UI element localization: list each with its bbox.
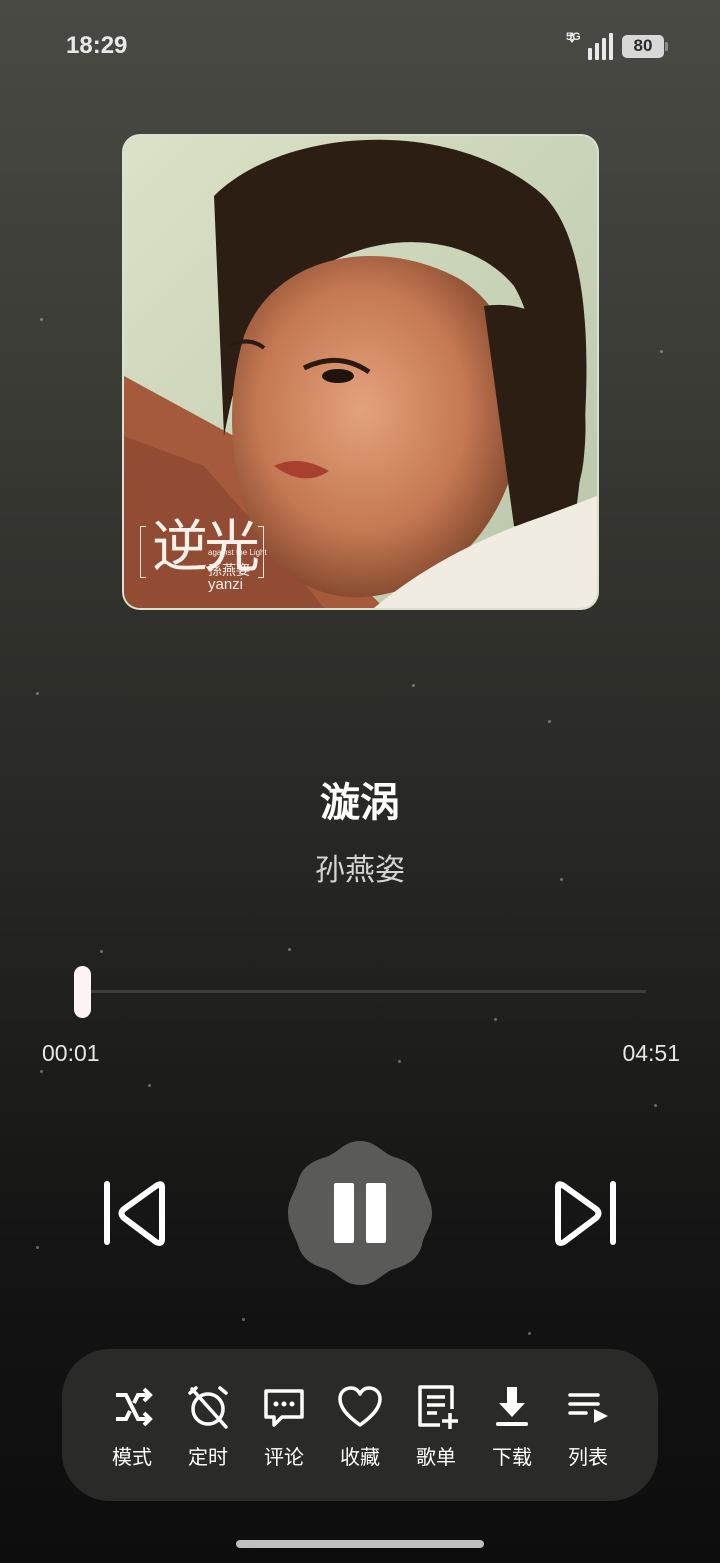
current-time: 00:01 [42,1040,100,1066]
progress-slider[interactable] [72,966,646,1018]
pause-icon [288,1141,432,1285]
album-cover-text: 逆光 against the Light 孫燕姿 yanzi [136,496,276,596]
queue-icon [568,1393,608,1423]
previous-button[interactable] [98,1178,174,1250]
status-bar: 18:29 5G 80 [0,30,720,64]
album-artist-en: yanzi [208,576,244,593]
queue-label: 列表 [568,1445,608,1469]
shuffle-icon [116,1387,153,1427]
download-icon [496,1387,528,1426]
skip-next-icon [555,1181,616,1246]
pause-button[interactable] [284,1137,436,1289]
song-artist[interactable]: 孙燕姿 [0,845,720,889]
playlist-label: 歌单 [416,1445,456,1469]
timer-button[interactable]: 定时 [178,1383,238,1473]
favorite-button[interactable]: 收藏 [330,1383,390,1473]
battery-indicator: 80 [622,35,668,58]
skip-previous-icon [104,1181,165,1246]
next-button[interactable] [546,1178,622,1250]
heart-icon [338,1386,382,1427]
playlist-button[interactable]: 歌单 [406,1383,466,1473]
progress-thumb[interactable] [73,966,91,1018]
alarm-off-icon [188,1386,228,1429]
action-toolbar: 模式 定时 评论 收藏 歌单 下载 列表 [62,1349,658,1501]
cover-bracket-left [140,526,146,578]
song-title: 漩涡 [320,780,400,826]
progress-track[interactable] [76,990,646,993]
download-label: 下载 [492,1445,532,1469]
home-indicator[interactable] [236,1540,484,1548]
battery-level: 80 [633,36,653,55]
status-time: 18:29 [66,32,128,59]
network-signal: 5G [566,31,614,62]
comment-icon [264,1389,304,1427]
playlist-add-icon [418,1385,458,1429]
comment-label: 评论 [264,1445,304,1469]
network-type-label: 5G [566,31,581,43]
favorite-label: 收藏 [340,1445,380,1469]
download-button[interactable]: 下载 [482,1383,542,1473]
battery-cap [665,42,668,51]
mode-button[interactable]: 模式 [102,1383,162,1473]
queue-button[interactable]: 列表 [558,1383,618,1473]
timer-label: 定时 [188,1445,228,1469]
album-cover[interactable]: 逆光 against the Light 孫燕姿 yanzi [122,134,599,610]
total-time: 04:51 [622,1040,680,1066]
mode-label: 模式 [112,1445,152,1469]
cover-bracket-right [258,526,264,578]
comment-button[interactable]: 评论 [254,1383,314,1473]
